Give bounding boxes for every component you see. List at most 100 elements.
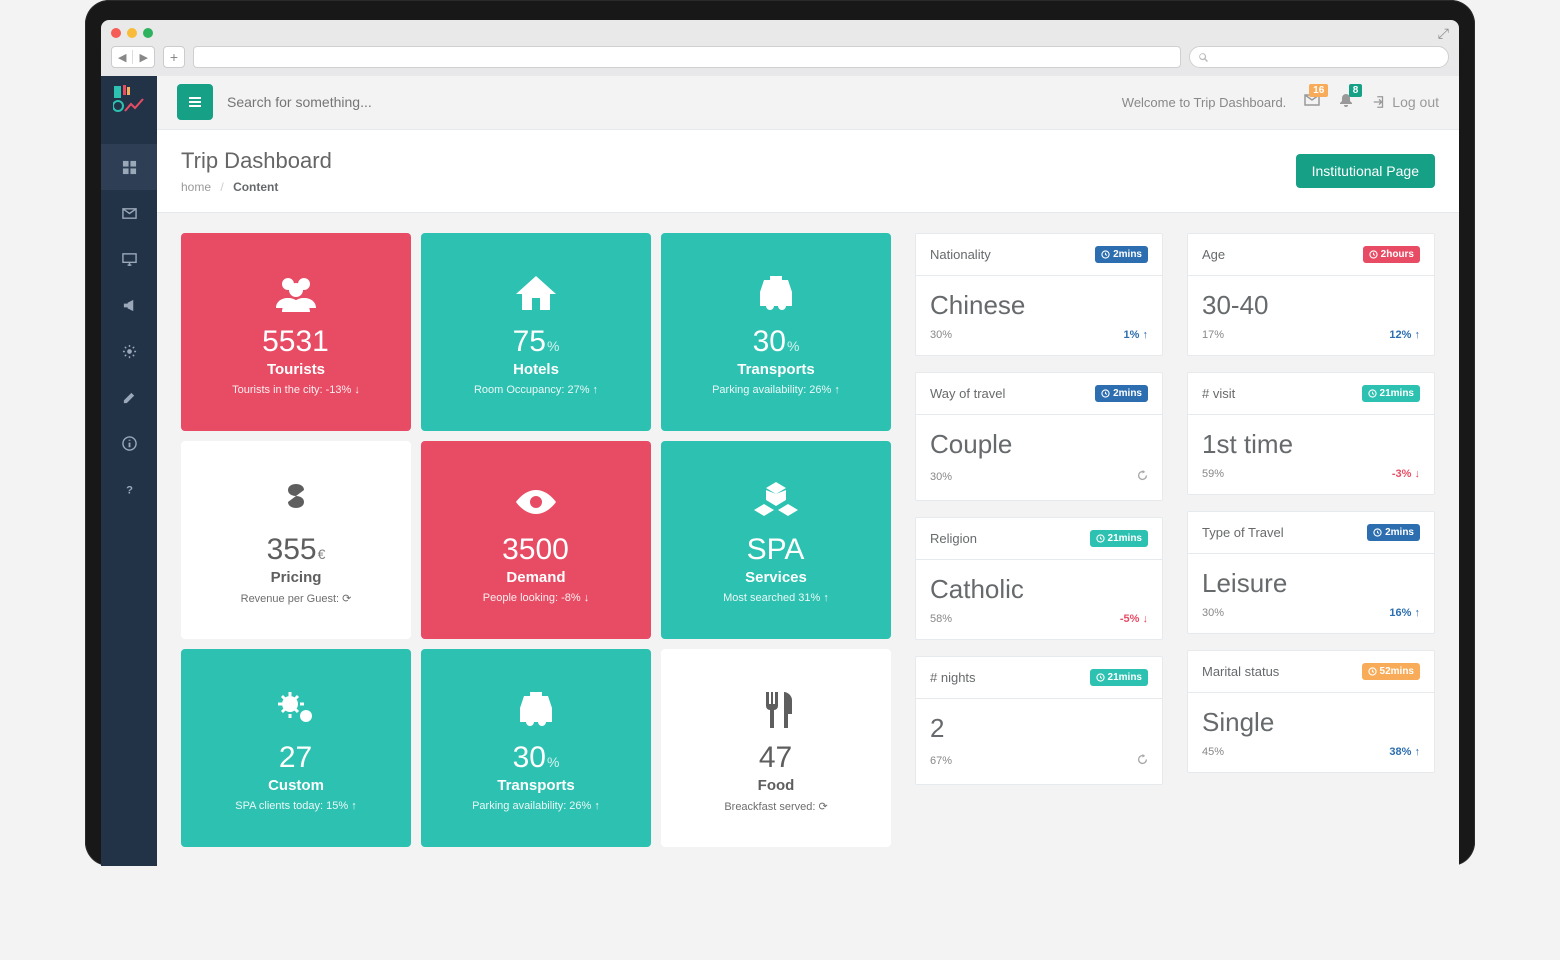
tile-label: Demand xyxy=(506,569,565,586)
stat-card-religion[interactable]: Religion 21mins Catholic 58% -5% ↓ xyxy=(915,517,1163,640)
new-tab-button[interactable]: + xyxy=(163,46,185,68)
home-icon xyxy=(512,267,560,321)
tile-label: Hotels xyxy=(513,361,559,378)
tile-value: 355€ xyxy=(267,533,326,567)
window-maximize-icon[interactable] xyxy=(143,28,153,38)
sidebar-item-edit[interactable] xyxy=(101,374,157,420)
food-icon xyxy=(752,683,800,737)
stat-percent: 30% xyxy=(930,471,952,483)
stat-value: 30-40 xyxy=(1202,290,1420,321)
tile-demand[interactable]: 3500 Demand People looking: -8% ↓ xyxy=(421,441,651,639)
browser-search[interactable] xyxy=(1189,46,1449,68)
tile-pricing[interactable]: 355€ Pricing Revenue per Guest: ⟳ xyxy=(181,441,411,639)
tile-value: 27 xyxy=(279,741,313,775)
tile-subtext: Revenue per Guest: ⟳ xyxy=(241,592,352,605)
stat-percent: 17% xyxy=(1202,329,1224,341)
tile-value: 47 xyxy=(759,741,793,775)
stat-card-type-of-travel[interactable]: Type of Travel 2mins Leisure 30% 16% ↑ xyxy=(1187,511,1435,634)
menu-toggle-button[interactable] xyxy=(177,84,213,120)
sidebar-item-settings[interactable] xyxy=(101,328,157,374)
time-badge: 52mins xyxy=(1362,663,1420,680)
stats-column-right: Age 2hours 30-40 17% 12% ↑ # visit 21min… xyxy=(1187,233,1435,846)
time-badge: 21mins xyxy=(1362,385,1420,402)
sidebar-item-share[interactable] xyxy=(101,282,157,328)
welcome-text: Welcome to Trip Dashboard. xyxy=(1122,95,1287,110)
app-logo xyxy=(111,82,147,118)
tile-value: 5531 xyxy=(262,325,330,359)
stat-card-nationality[interactable]: Nationality 2mins Chinese 30% 1% ↑ xyxy=(915,233,1163,356)
stat-delta: 16% ↑ xyxy=(1389,607,1420,619)
notifications-button[interactable]: 8 xyxy=(1338,92,1354,113)
stat-title: Age xyxy=(1202,247,1225,262)
tile-tourists[interactable]: 5531 Tourists Tourists in the city: -13%… xyxy=(181,233,411,431)
stat-delta: -5% ↓ xyxy=(1120,613,1148,625)
nav-arrows: ◀ ▶ xyxy=(111,46,155,68)
stat-value: Catholic xyxy=(930,574,1148,605)
tile-hotels[interactable]: 75% Hotels Room Occupancy: 27% ↑ xyxy=(421,233,651,431)
logout-label: Log out xyxy=(1392,94,1439,110)
tile-subtext: SPA clients today: 15% ↑ xyxy=(235,800,356,812)
tile-label: Transports xyxy=(737,361,815,378)
sidebar-item-mail[interactable] xyxy=(101,190,157,236)
stat-title: Nationality xyxy=(930,247,991,262)
sidebar: ? xyxy=(101,76,157,866)
stat-card-age[interactable]: Age 2hours 30-40 17% 12% ↑ xyxy=(1187,233,1435,356)
stat-value: 2 xyxy=(930,713,1148,744)
refresh-icon[interactable] xyxy=(1137,752,1148,770)
stat-delta: 38% ↑ xyxy=(1389,746,1420,758)
breadcrumb-home[interactable]: home xyxy=(181,180,211,194)
stat-card--visit[interactable]: # visit 21mins 1st time 59% -3% ↓ xyxy=(1187,372,1435,495)
tile-custom[interactable]: 27 Custom SPA clients today: 15% ↑ xyxy=(181,649,411,847)
stat-value: 1st time xyxy=(1202,429,1420,460)
stat-card-marital-status[interactable]: Marital status 52mins Single 45% 38% ↑ xyxy=(1187,650,1435,773)
sidebar-item-monitor[interactable] xyxy=(101,236,157,282)
stat-delta: -3% ↓ xyxy=(1392,468,1420,480)
search-input[interactable] xyxy=(227,94,527,110)
stat-card-way-of-travel[interactable]: Way of travel 2mins Couple 30% xyxy=(915,372,1163,501)
stat-title: Marital status xyxy=(1202,664,1279,679)
time-badge: 2hours xyxy=(1363,246,1420,263)
nav-back-button[interactable]: ◀ xyxy=(112,51,132,64)
stat-title: # visit xyxy=(1202,386,1235,401)
sidebar-item-info[interactable] xyxy=(101,420,157,466)
window-close-icon[interactable] xyxy=(111,28,121,38)
address-bar[interactable] xyxy=(193,46,1181,68)
tile-transports[interactable]: 30% Transports Parking availability: 26%… xyxy=(421,649,651,847)
stat-title: # nights xyxy=(930,670,976,685)
car-icon xyxy=(752,267,800,321)
tile-label: Pricing xyxy=(271,569,322,586)
logout-button[interactable]: Log out xyxy=(1372,94,1439,110)
tiles-grid: 5531 Tourists Tourists in the city: -13%… xyxy=(181,233,891,846)
stat-title: Way of travel xyxy=(930,386,1005,401)
tile-services[interactable]: SPA Services Most searched 31% ↑ xyxy=(661,441,891,639)
fullscreen-icon[interactable]: ⤢ xyxy=(1438,25,1449,42)
tile-food[interactable]: 47 Food Breackfast served: ⟳ xyxy=(661,649,891,847)
users-icon xyxy=(272,267,320,321)
institutional-page-button[interactable]: Institutional Page xyxy=(1296,154,1435,188)
time-badge: 21mins xyxy=(1090,669,1148,686)
tile-label: Transports xyxy=(497,777,575,794)
sidebar-item-help[interactable]: ? xyxy=(101,466,157,512)
window-minimize-icon[interactable] xyxy=(127,28,137,38)
breadcrumb-current: Content xyxy=(233,180,278,194)
mail-button[interactable]: 16 xyxy=(1304,92,1320,113)
time-badge: 21mins xyxy=(1090,530,1148,547)
stat-value: Chinese xyxy=(930,290,1148,321)
stat-delta: 1% ↑ xyxy=(1124,329,1148,341)
gears-icon xyxy=(272,683,320,737)
car-icon xyxy=(512,683,560,737)
mail-badge: 16 xyxy=(1309,84,1328,97)
stat-title: Religion xyxy=(930,531,977,546)
tile-transports[interactable]: 30% Transports Parking availability: 26%… xyxy=(661,233,891,431)
tile-subtext: Parking availability: 26% ↑ xyxy=(712,384,840,396)
refresh-icon[interactable] xyxy=(1137,468,1148,486)
nav-forward-button[interactable]: ▶ xyxy=(133,51,153,64)
stat-value: Couple xyxy=(930,429,1148,460)
tile-label: Services xyxy=(745,569,807,586)
browser-chrome: ⤢ ◀ ▶ + xyxy=(101,20,1459,76)
sidebar-item-dashboard[interactable] xyxy=(101,144,157,190)
stat-card--nights[interactable]: # nights 21mins 2 67% xyxy=(915,656,1163,785)
tile-subtext: Most searched 31% ↑ xyxy=(723,592,829,604)
stats-column-left: Nationality 2mins Chinese 30% 1% ↑ Way o… xyxy=(915,233,1163,846)
tile-subtext: Room Occupancy: 27% ↑ xyxy=(474,384,598,396)
